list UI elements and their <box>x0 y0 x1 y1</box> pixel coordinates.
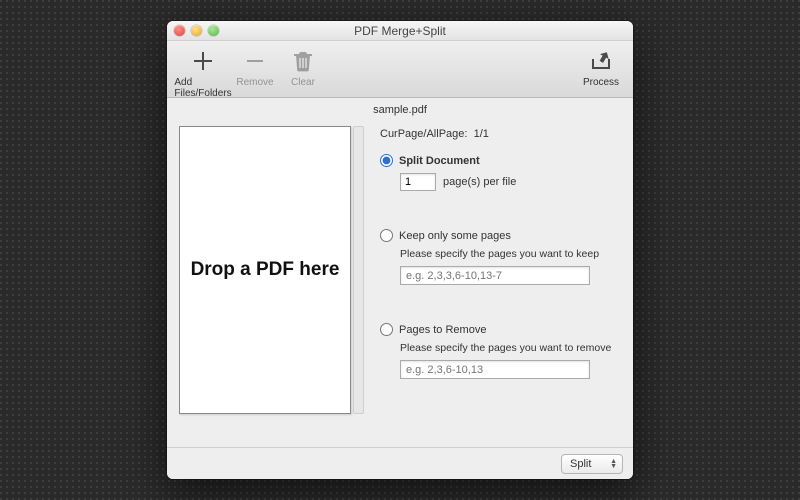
remove-option: Pages to Remove Please specify the pages… <box>380 323 621 379</box>
remove-radio-row[interactable]: Pages to Remove <box>380 323 621 336</box>
split-radio-row[interactable]: Split Document <box>380 154 621 167</box>
split-radio[interactable] <box>380 154 393 167</box>
options-panel: CurPage/AllPage: 1/1 Split Document page… <box>374 126 621 441</box>
add-files-label: Add Files/Folders <box>174 77 231 99</box>
plus-icon <box>192 47 214 75</box>
drop-zone[interactable]: Drop a PDF here <box>179 126 351 414</box>
add-files-button[interactable]: Add Files/Folders <box>175 47 231 99</box>
window-title: PDF Merge+Split <box>167 24 633 38</box>
remove-pages-input[interactable] <box>400 360 590 379</box>
split-option: Split Document page(s) per file <box>380 154 621 191</box>
remove-label: Remove <box>236 77 273 88</box>
minus-icon <box>244 47 266 75</box>
clear-button[interactable]: Clear <box>279 47 327 88</box>
remove-hint: Please specify the pages you want to rem… <box>400 342 621 354</box>
keep-hint: Please specify the pages you want to kee… <box>400 248 621 260</box>
current-filename: sample.pdf <box>167 104 633 116</box>
drop-zone-label: Drop a PDF here <box>191 259 340 281</box>
process-label: Process <box>583 77 619 88</box>
clear-label: Clear <box>291 77 315 88</box>
toolbar: Add Files/Folders Remove Clear Process <box>167 41 633 98</box>
content-area: sample.pdf Drop a PDF here CurPage/AllPa… <box>167 98 633 447</box>
titlebar: PDF Merge+Split <box>167 21 633 41</box>
trash-icon <box>293 47 313 75</box>
pages-per-file-suffix: page(s) per file <box>443 176 516 188</box>
page-counter-label: CurPage/AllPage: <box>380 128 467 140</box>
page-counter-value: 1/1 <box>474 128 489 140</box>
close-icon[interactable] <box>174 25 185 36</box>
split-label: Split Document <box>399 155 480 167</box>
preview-pane: Drop a PDF here <box>179 126 364 441</box>
chevron-updown-icon: ▲▼ <box>610 459 617 469</box>
remove-pages-label: Pages to Remove <box>399 324 486 336</box>
app-window: PDF Merge+Split Add Files/Folders Remove… <box>167 21 633 479</box>
preview-scrollbar[interactable] <box>353 126 364 414</box>
keep-radio-row[interactable]: Keep only some pages <box>380 229 621 242</box>
pages-per-file-input[interactable] <box>400 173 436 191</box>
remove-button[interactable]: Remove <box>231 47 279 88</box>
footer: Split ▲▼ <box>167 447 633 479</box>
mode-select[interactable]: Split ▲▼ <box>561 454 623 474</box>
remove-radio[interactable] <box>380 323 393 336</box>
keep-option: Keep only some pages Please specify the … <box>380 229 621 285</box>
process-button[interactable]: Process <box>577 47 625 88</box>
minimize-icon[interactable] <box>191 25 202 36</box>
page-counter: CurPage/AllPage: 1/1 <box>380 128 621 140</box>
export-icon <box>590 47 612 75</box>
keep-pages-input[interactable] <box>400 266 590 285</box>
traffic-lights <box>174 25 219 36</box>
keep-radio[interactable] <box>380 229 393 242</box>
zoom-icon[interactable] <box>208 25 219 36</box>
keep-label: Keep only some pages <box>399 230 511 242</box>
mode-select-value: Split <box>570 458 591 470</box>
